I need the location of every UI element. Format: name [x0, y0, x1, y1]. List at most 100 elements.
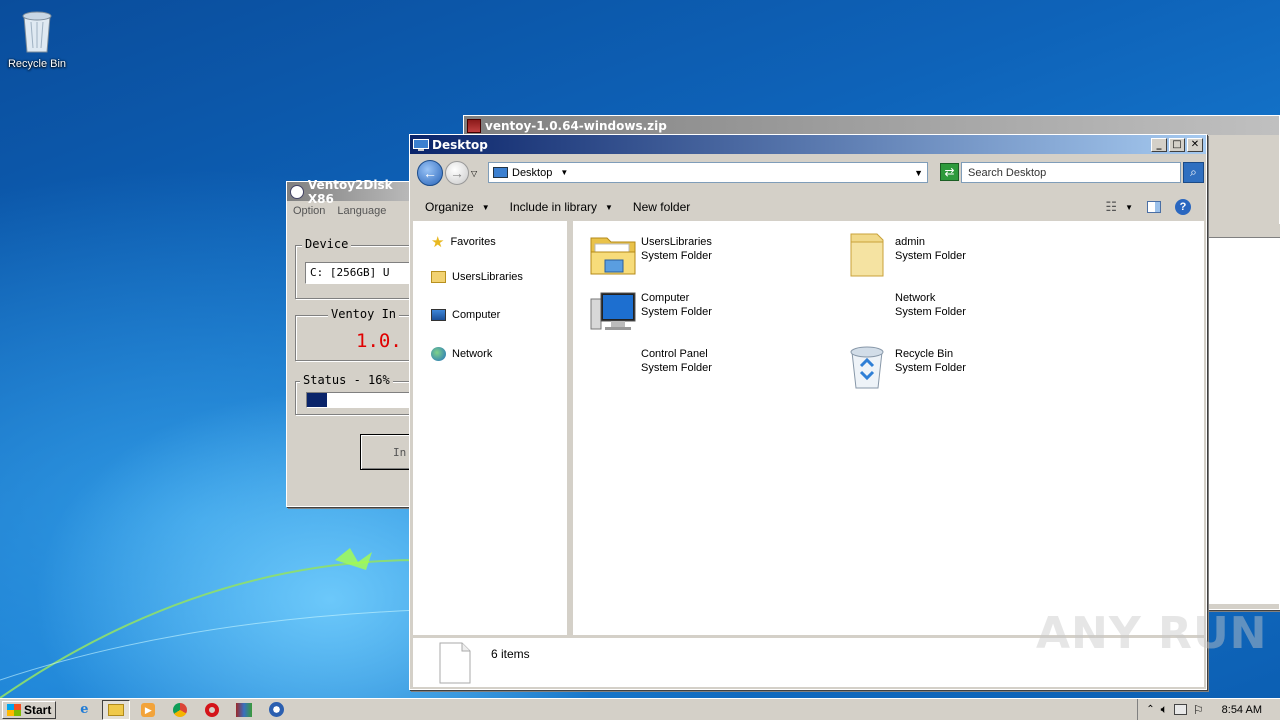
item-recycle-bin[interactable]: Recycle Bin System Folder	[843, 343, 1083, 391]
preview-pane-icon[interactable]	[1147, 201, 1161, 213]
item-name: UsersLibraries	[641, 236, 712, 248]
organize-button[interactable]: Organize ▼	[411, 193, 500, 221]
command-bar: Organize ▼ Include in library ▼ New fold…	[411, 193, 1205, 221]
nav-item-label: Favorites	[450, 236, 496, 248]
search-input[interactable]: Search Desktop	[961, 162, 1181, 183]
forward-arrow-icon: →	[450, 165, 464, 181]
search-button[interactable]: ⌕	[1183, 162, 1204, 183]
include-in-library-button[interactable]: Include in library ▼	[500, 193, 623, 221]
maximize-button[interactable]: □	[1169, 137, 1185, 152]
zip-list-header	[1209, 224, 1280, 238]
opera-icon	[205, 702, 220, 717]
nav-item-favorites[interactable]: ★ Favorites	[431, 233, 496, 251]
item-name: Computer	[641, 292, 690, 304]
menu-option[interactable]: Option	[293, 205, 325, 217]
item-userslibraries[interactable]: UsersLibraries System Folder	[589, 231, 829, 279]
taskbar-chrome[interactable]	[166, 700, 194, 720]
menu-language[interactable]: Language	[337, 205, 386, 217]
item-control-panel[interactable]: Control Panel System Folder	[589, 343, 829, 391]
desktop-recycle-bin[interactable]: Recycle Bin	[0, 8, 74, 70]
star-icon: ★	[431, 234, 445, 251]
back-button[interactable]: ←	[417, 160, 443, 186]
taskbar-ie[interactable]: e	[70, 700, 98, 720]
recycle-bin-icon	[22, 11, 52, 53]
taskbar-media-player[interactable]: ▶	[134, 700, 162, 720]
nav-item-computer[interactable]: Computer	[431, 309, 500, 321]
address-bar[interactable]: Desktop ▼ ▼	[488, 162, 928, 183]
item-admin[interactable]: admin System Folder	[843, 231, 1083, 279]
ventoy-window-title: Ventoy2Disk X86	[307, 177, 393, 206]
include-label: Include in library	[509, 200, 597, 214]
anyrun-watermark: ANY RUN	[1036, 608, 1268, 659]
ventoy-icon	[268, 702, 284, 717]
library-folder-icon	[431, 271, 446, 283]
chrome-icon	[173, 702, 188, 717]
refresh-button[interactable]: ⇄	[940, 163, 959, 181]
nav-item-label: Network	[452, 348, 493, 360]
windows-logo-icon	[7, 703, 21, 716]
nav-item-network[interactable]: Network	[431, 347, 492, 361]
search-icon: ⌕	[1190, 165, 1197, 179]
address-breadcrumb[interactable]: Desktop	[512, 167, 552, 179]
nav-item-userslibraries[interactable]: UsersLibraries	[431, 271, 523, 283]
network-tray-icon[interactable]	[1173, 704, 1187, 715]
explorer-titlebar[interactable]: Desktop _ □ ✕	[410, 135, 1206, 154]
forward-button[interactable]: →	[445, 161, 469, 185]
item-type: System Folder	[641, 306, 712, 318]
item-type: System Folder	[641, 250, 712, 262]
nav-item-label: Computer	[452, 309, 501, 321]
zip-window-title: ventoy-1.0.64-windows.zip	[485, 118, 667, 133]
taskbar-opera[interactable]	[198, 700, 226, 720]
media-player-icon: ▶	[141, 702, 156, 717]
clock[interactable]: 8:54 AM	[1222, 704, 1262, 716]
content-pane[interactable]: UsersLibraries System Folder admin Syste…	[573, 221, 1204, 635]
help-icon[interactable]: ?	[1175, 199, 1191, 215]
ventoy-titlebar[interactable]: Ventoy2Disk X86	[287, 178, 425, 206]
item-name: Control Panel	[641, 348, 708, 360]
refresh-icon: ⇄	[944, 165, 955, 179]
item-network[interactable]: Network System Folder	[843, 287, 1083, 335]
item-count: 6 items	[491, 647, 530, 661]
address-dropdown-icon[interactable]: ▼	[914, 168, 923, 178]
nav-item-label: UsersLibraries	[452, 271, 523, 283]
action-center-flag-icon[interactable]: ⚐	[1193, 703, 1204, 717]
desktop-icon-label: Recycle Bin	[7, 58, 67, 70]
zip-titlebar[interactable]: ventoy-1.0.64-windows.zip	[464, 116, 1279, 135]
volume-icon[interactable]: 🔈︎	[1161, 702, 1168, 717]
explorer-window[interactable]: Desktop _ □ ✕ ← → ▽ Desktop ▼ ▼ ⇄ Search…	[409, 134, 1207, 690]
version-number: 1.0.	[356, 330, 402, 352]
start-button[interactable]: Start	[2, 700, 57, 719]
winrar-icon	[236, 702, 253, 717]
organize-label: Organize	[425, 200, 474, 214]
zip-file-list[interactable]	[1208, 224, 1280, 604]
ventoy-window[interactable]: Ventoy2Disk X86 Option Language Device C…	[286, 178, 440, 507]
show-hidden-icons-icon[interactable]: ⌃	[1146, 704, 1154, 715]
system-tray: ⌃ 🔈︎ ⚐ 8:54 AM	[1137, 699, 1280, 720]
include-chevron-icon: ▼	[605, 202, 613, 212]
item-name: Recycle Bin	[895, 348, 954, 360]
taskbar-ventoy[interactable]	[262, 700, 290, 720]
taskbar: Start e ▶ ⌃ 🔈︎ ⚐ 8:54 AM	[0, 698, 1280, 720]
item-computer[interactable]: Computer System Folder	[589, 287, 829, 335]
network-placeholder	[843, 287, 891, 335]
minimize-button[interactable]: _	[1151, 137, 1167, 152]
explorer-icon	[108, 703, 125, 716]
view-chevron-icon[interactable]: ▼	[1125, 203, 1133, 212]
address-row: ← → ▽ Desktop ▼ ▼ ⇄ Search Desktop ⌕	[413, 159, 1204, 187]
view-options-icon[interactable]: ☷	[1105, 199, 1117, 215]
navigation-pane[interactable]: ★ Favorites UsersLibraries Computer Netw…	[413, 221, 570, 635]
ventoy-icon	[290, 184, 304, 199]
recent-pages-chevron-icon[interactable]: ▽	[471, 169, 477, 178]
control-panel-placeholder	[589, 343, 637, 391]
new-folder-label: New folder	[632, 200, 691, 214]
close-button[interactable]: ✕	[1187, 137, 1203, 152]
taskbar-winrar[interactable]	[230, 700, 258, 720]
library-folder-icon	[589, 231, 637, 279]
installed-label: Ventoy In	[328, 307, 400, 321]
organize-chevron-icon: ▼	[481, 202, 490, 212]
taskbar-explorer[interactable]	[102, 699, 131, 720]
item-type: System Folder	[895, 306, 966, 318]
desktop-small-icon	[493, 167, 508, 178]
breadcrumb-chevron-icon[interactable]: ▼	[560, 168, 568, 177]
new-folder-button[interactable]: New folder	[623, 193, 700, 221]
